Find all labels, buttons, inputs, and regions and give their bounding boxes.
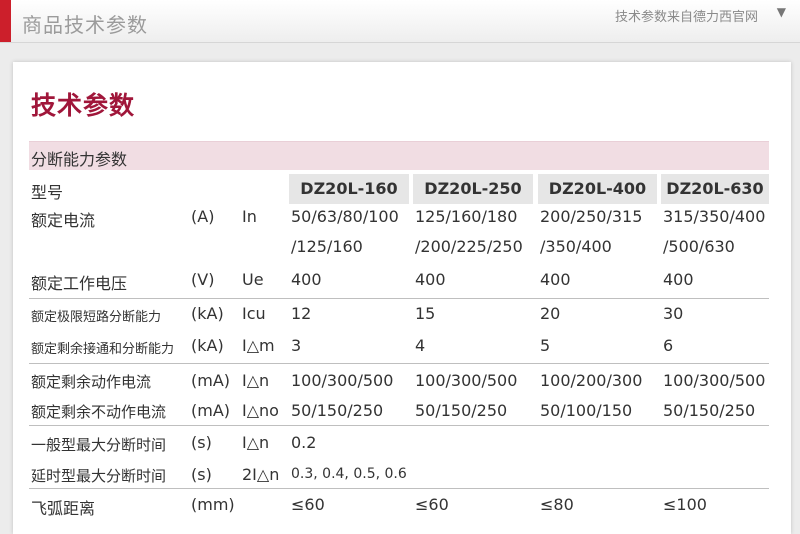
table-row-delay-max-break-time: 延时型最大分断时间 (s) 2I△n 0.3, 0.4, 0.5, 0.6 xyxy=(29,455,769,489)
table-cell: 50/150/250 xyxy=(291,401,384,420)
row-label: 延时型最大分断时间 xyxy=(31,467,167,485)
row-label: 额定剩余接通和分断能力 xyxy=(31,342,175,357)
table-cell: /500/630 xyxy=(663,237,735,256)
spec-panel: 技术参数 分断能力参数 型号 DZ20L-160 DZ20L-250 DZ20L… xyxy=(13,62,791,534)
row-unit: (s) xyxy=(191,433,212,452)
table-cell: 50/63/80/100 xyxy=(291,207,399,226)
table-cell: 4 xyxy=(415,336,426,355)
table-cell: 125/160/180 xyxy=(415,207,518,226)
table-cell: 12 xyxy=(291,304,312,323)
table-cell: ≤60 xyxy=(415,495,449,514)
table-cell: /125/160 xyxy=(291,237,363,256)
row-symbol: I△m xyxy=(242,336,275,355)
row-label: 额定极限短路分断能力 xyxy=(31,310,162,325)
row-symbol: I△n xyxy=(242,371,270,390)
row-unit: (kA) xyxy=(191,336,224,355)
top-bar-accent xyxy=(0,0,11,42)
row-symbol: I△no xyxy=(242,401,279,420)
table-cell: 100/300/500 xyxy=(415,371,518,390)
table-cell: ≤80 xyxy=(540,495,574,514)
table-cell: 6 xyxy=(663,336,674,355)
table-cell: ≤100 xyxy=(663,495,707,514)
row-label: 额定剩余不动作电流 xyxy=(31,403,167,421)
row-unit: (mA) xyxy=(191,401,231,420)
row-label: 额定电流 xyxy=(31,211,96,230)
table-cell: 100/300/500 xyxy=(663,371,766,390)
table-cell: 3 xyxy=(291,336,302,355)
source-note: 技术参数来自德力西官网 xyxy=(614,10,758,25)
table-row-ultimate-breaking: 额定极限短路分断能力 (kA) Icu 12 15 20 30 xyxy=(29,297,769,329)
table-row-rated-voltage: 额定工作电压 (V) Ue 400 400 400 400 xyxy=(29,267,769,299)
table-cell: ≤60 xyxy=(291,495,325,514)
table-cell: /350/400 xyxy=(540,237,612,256)
table-cell: 20 xyxy=(540,304,561,323)
table-row-residual-non-operating-current: 额定剩余不动作电流 (mA) I△no 50/150/250 50/150/25… xyxy=(29,392,769,426)
table-row-residual-making-breaking: 额定剩余接通和分断能力 (kA) I△m 3 4 5 6 xyxy=(29,329,769,364)
model-cell: DZ20L-160 xyxy=(289,174,409,204)
table-cell: 100/300/500 xyxy=(291,371,394,390)
table-cell: 315/350/400 xyxy=(663,207,766,226)
section-bar: 分断能力参数 xyxy=(29,141,769,170)
table-cell: 50/150/250 xyxy=(663,401,756,420)
row-label: 飞弧距离 xyxy=(31,499,96,518)
row-symbol: Icu xyxy=(242,304,266,323)
table-cell: 100/200/300 xyxy=(540,371,643,390)
row-unit: (mm) xyxy=(191,495,235,514)
row-symbol: In xyxy=(242,207,257,226)
top-bar-title: 商品技术参数 xyxy=(22,13,148,37)
table-row-general-max-break-time: 一般型最大分断时间 (s) I△n 0.2 xyxy=(29,423,769,455)
table-cell: 0.3, 0.4, 0.5, 0.6 xyxy=(291,466,407,482)
table-cell: 50/150/250 xyxy=(415,401,508,420)
table-cell: 400 xyxy=(540,270,571,289)
row-unit: (kA) xyxy=(191,304,224,323)
table-cell: 200/250/315 xyxy=(540,207,643,226)
row-unit: (A) xyxy=(191,207,215,226)
table-cell: 400 xyxy=(663,270,694,289)
table-cell: 50/100/150 xyxy=(540,401,633,420)
dropdown-arrow-icon[interactable]: ▼ xyxy=(777,5,786,19)
table-cell: 5 xyxy=(540,336,551,355)
model-cell: DZ20L-250 xyxy=(413,174,533,204)
section-title: 分断能力参数 xyxy=(31,150,128,169)
row-label: 额定工作电压 xyxy=(31,274,128,293)
table-cell: 400 xyxy=(415,270,446,289)
row-label: 型号 xyxy=(31,183,64,202)
row-unit: (s) xyxy=(191,465,212,484)
spec-table: 型号 DZ20L-160 DZ20L-250 DZ20L-400 DZ20L-6… xyxy=(29,174,769,518)
table-row-arc-distance: 飞弧距离 (mm) ≤60 ≤60 ≤80 ≤100 xyxy=(29,488,769,518)
row-symbol: I△n xyxy=(242,433,270,452)
table-row-rated-current: 额定电流 (A) In 50/63/80/100 125/160/180 200… xyxy=(29,204,769,267)
row-symbol: 2I△n xyxy=(242,465,280,484)
model-cell: DZ20L-400 xyxy=(538,174,657,204)
table-cell: 400 xyxy=(291,270,322,289)
model-cell: DZ20L-630 xyxy=(661,174,769,204)
top-bar: 商品技术参数 技术参数来自德力西官网 ▼ xyxy=(0,0,800,43)
row-symbol: Ue xyxy=(242,270,264,289)
table-row-residual-operating-current: 额定剩余动作电流 (mA) I△n 100/300/500 100/300/50… xyxy=(29,362,769,392)
row-unit: (mA) xyxy=(191,371,231,390)
row-label: 额定剩余动作电流 xyxy=(31,373,152,391)
table-row-model: 型号 DZ20L-160 DZ20L-250 DZ20L-400 DZ20L-6… xyxy=(29,174,769,204)
table-cell: 0.2 xyxy=(291,433,317,452)
table-cell: /200/225/250 xyxy=(415,237,523,256)
table-cell: 15 xyxy=(415,304,436,323)
panel-heading: 技术参数 xyxy=(31,91,136,120)
table-cell: 30 xyxy=(663,304,684,323)
row-unit: (V) xyxy=(191,270,215,289)
row-label: 一般型最大分断时间 xyxy=(31,436,167,454)
